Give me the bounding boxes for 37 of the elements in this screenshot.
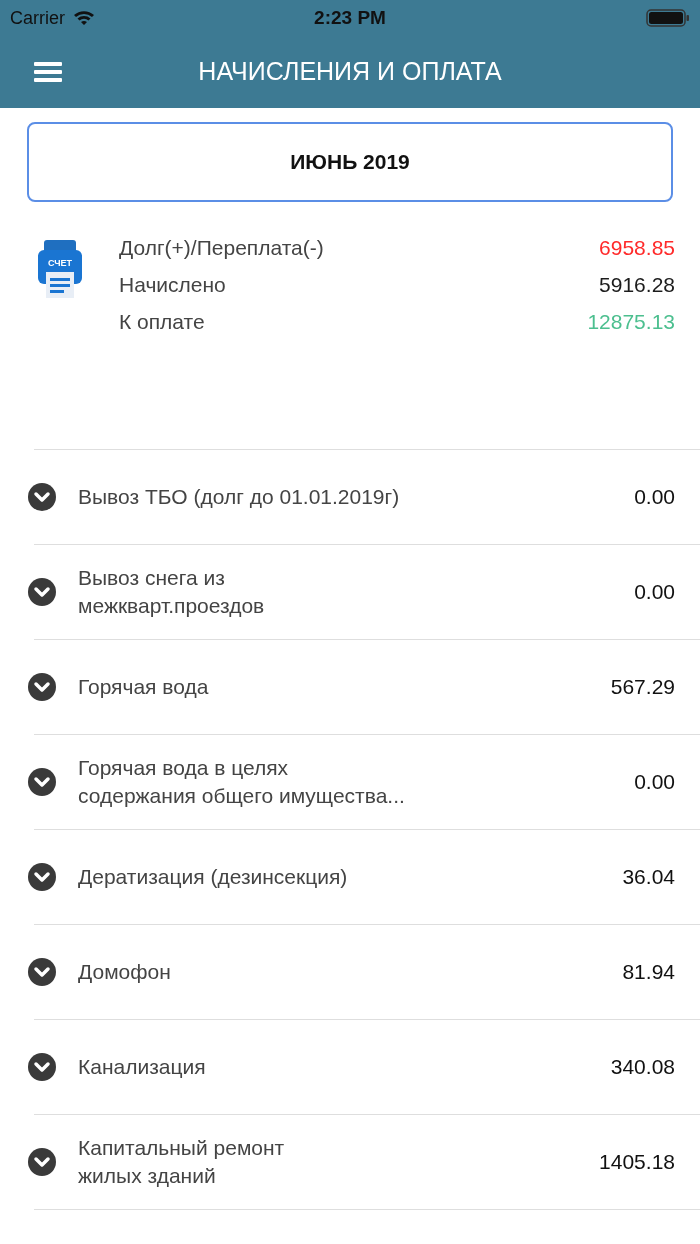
service-name: Вывоз снега из межкварт.проездов bbox=[78, 565, 266, 619]
chevron-down-icon[interactable] bbox=[27, 767, 57, 797]
service-amount: 0.00 bbox=[634, 769, 675, 796]
service-amount: 81.94 bbox=[622, 959, 675, 986]
menu-icon[interactable] bbox=[34, 61, 62, 83]
wifi-icon bbox=[73, 10, 95, 26]
service-amount: 340.08 bbox=[610, 1054, 675, 1081]
month-button[interactable]: ИЮНЬ 2019 bbox=[27, 122, 673, 202]
service-amount: 0.00 bbox=[634, 579, 675, 606]
screen-title: НАЧИСЛЕНИЯ И ОПЛАТА bbox=[198, 56, 502, 88]
status-time: 2:23 PM bbox=[314, 5, 386, 30]
service-name: Горячая вода в целях содержания общего имущества... bbox=[78, 755, 406, 809]
chevron-down-icon[interactable] bbox=[27, 482, 57, 512]
service-amount: 0.00 bbox=[634, 484, 675, 511]
chevron-down-icon[interactable] bbox=[27, 957, 57, 987]
battery-icon bbox=[646, 8, 690, 28]
service-amount: 567.29 bbox=[610, 674, 675, 701]
chevron-down-icon[interactable] bbox=[27, 1052, 57, 1082]
service-name: Горячая вода bbox=[78, 674, 210, 700]
summary-label: Долг(+)/Переплата(-) bbox=[119, 235, 324, 262]
chevron-down-icon[interactable] bbox=[27, 862, 57, 892]
service-name: Дератизация (дезинсекция) bbox=[78, 864, 349, 890]
chevron-down-icon[interactable] bbox=[27, 672, 57, 702]
service-name: Домофон bbox=[78, 959, 172, 985]
service-amount: 36.04 bbox=[622, 864, 675, 891]
summary-value: 6958.85 bbox=[599, 235, 675, 262]
service-amount: 1405.18 bbox=[599, 1149, 675, 1176]
chevron-down-icon[interactable] bbox=[27, 577, 57, 607]
summary-label: К оплате bbox=[119, 309, 205, 336]
summary-value: 12875.13 bbox=[587, 309, 675, 336]
service-name: Канализация bbox=[78, 1054, 207, 1080]
carrier-label: Carrier bbox=[10, 6, 65, 30]
service-name: Капитальный ремонт жилых зданий bbox=[78, 1135, 286, 1189]
summary-value: 5916.28 bbox=[599, 272, 675, 299]
chevron-down-icon[interactable] bbox=[27, 1147, 57, 1177]
service-name: Вывоз ТБО (долг до 01.01.2019г) bbox=[78, 484, 401, 510]
summary-label: Начислено bbox=[119, 272, 226, 299]
